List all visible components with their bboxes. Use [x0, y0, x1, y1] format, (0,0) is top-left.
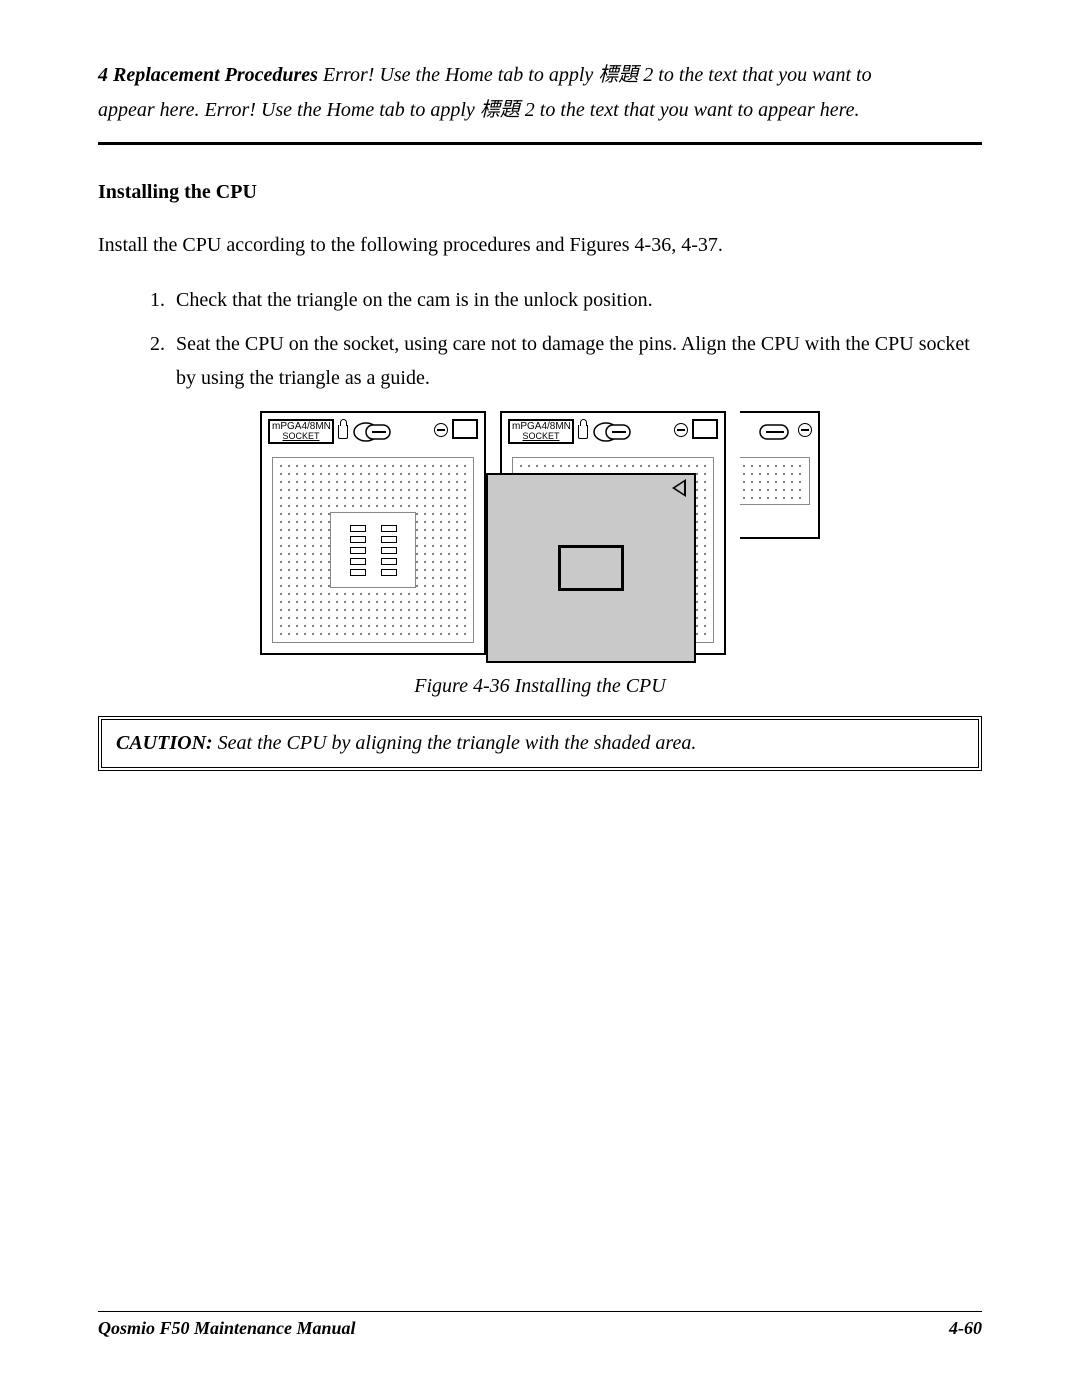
socket-label-line2: SOCKET — [512, 432, 570, 441]
chapter-lead: 4 Replacement Procedures — [98, 64, 318, 86]
header-rule — [98, 142, 982, 145]
step-list: Check that the triangle on the cam is in… — [98, 283, 982, 395]
cpu-chip — [486, 473, 696, 663]
footer-page-number: 4-60 — [949, 1318, 982, 1339]
step-2: Seat the CPU on the socket, using care n… — [170, 327, 982, 395]
cam-slot-icon — [592, 421, 636, 443]
header-error-2: appear here. Error! Use the Home tab to … — [98, 99, 860, 121]
figure-4-36: mPGA4/8MN SOCKET — [98, 411, 982, 698]
cam-slot-icon — [352, 421, 396, 443]
intro-paragraph: Install the CPU according to the followi… — [98, 232, 982, 259]
screw-icon — [434, 423, 448, 437]
section-heading: Installing the CPU — [98, 181, 982, 204]
page-header: 4 Replacement Procedures Error! Use the … — [98, 58, 982, 128]
footer-manual-title: Qosmio F50 Maintenance Manual — [98, 1318, 356, 1339]
footer-rule — [98, 1311, 982, 1312]
screw-icon — [674, 423, 688, 437]
cpu-die — [558, 545, 624, 591]
cpu-socket-seated-diagram: mPGA4/8MN SOCKET — [500, 411, 726, 655]
alignment-triangle-icon — [672, 479, 686, 497]
screw-icon — [798, 423, 812, 437]
socket-label: mPGA4/8MN SOCKET — [268, 419, 334, 444]
socket-label: mPGA4/8MN SOCKET — [508, 419, 574, 444]
corner-box-icon — [452, 419, 478, 439]
cam-slot-icon — [758, 421, 794, 443]
cpu-socket-empty-diagram: mPGA4/8MN SOCKET — [260, 411, 486, 655]
socket-label-line2: SOCKET — [272, 432, 330, 441]
pin-grid — [272, 457, 474, 643]
pin-grid — [740, 457, 810, 505]
page-footer: Qosmio F50 Maintenance Manual 4-60 — [98, 1311, 982, 1339]
caution-box: CAUTION: Seat the CPU by aligning the tr… — [98, 716, 982, 771]
lock-icon — [338, 425, 348, 439]
header-error-1: Error! Use the Home tab to apply 標題 2 to… — [318, 64, 872, 86]
lock-icon — [578, 425, 588, 439]
socket-center-pads — [330, 512, 416, 588]
step-1: Check that the triangle on the cam is in… — [170, 283, 982, 317]
caution-label: CAUTION: — [116, 732, 213, 754]
caution-text: Seat the CPU by aligning the triangle wi… — [213, 732, 697, 754]
corner-box-icon — [692, 419, 718, 439]
cpu-socket-partial-diagram — [740, 411, 820, 539]
figure-caption: Figure 4-36 Installing the CPU — [98, 675, 982, 698]
